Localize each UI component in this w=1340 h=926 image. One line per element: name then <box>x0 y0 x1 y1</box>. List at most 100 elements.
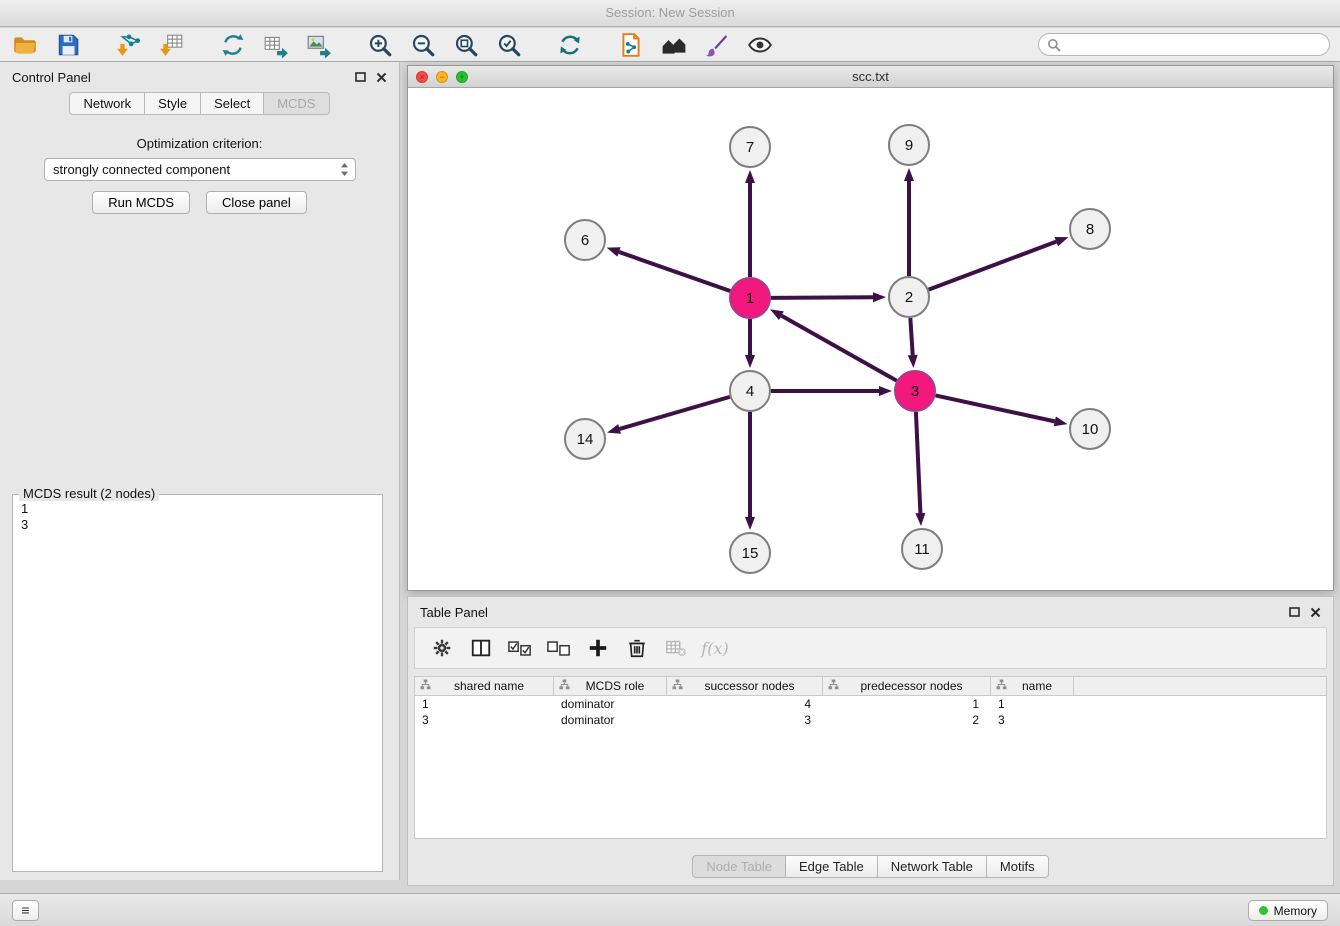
graph-edge-4-14[interactable] <box>620 397 730 429</box>
edge-arrowhead-icon <box>1055 237 1069 246</box>
float-panel-icon[interactable] <box>355 72 366 82</box>
tab-select[interactable]: Select <box>201 92 264 115</box>
search-box[interactable] <box>1038 33 1330 56</box>
network-window-title: scc.txt <box>852 69 889 84</box>
delete-column-icon[interactable] <box>624 635 650 661</box>
graph-node-10[interactable]: 10 <box>1070 409 1110 449</box>
table-row[interactable]: 1dominator411 <box>415 696 1326 712</box>
delete-table-icon <box>663 635 689 661</box>
select-all-icon[interactable] <box>507 635 533 661</box>
graph-edge-2-8[interactable] <box>929 242 1057 290</box>
deselect-all-icon[interactable] <box>546 635 572 661</box>
tab-style[interactable]: Style <box>145 92 201 115</box>
graph-node-15[interactable]: 15 <box>730 533 770 573</box>
table-cell: 4 <box>667 697 823 711</box>
graph-node-label: 10 <box>1082 421 1099 438</box>
graph-node-3[interactable]: 3 <box>895 371 935 411</box>
table-panel-header: Table Panel <box>408 597 1333 627</box>
column-header-mcds-role[interactable]: MCDS role <box>554 677 667 695</box>
memory-button[interactable]: Memory <box>1248 900 1328 921</box>
network-window-titlebar[interactable]: × − + scc.txt <box>408 66 1333 88</box>
column-visibility-icon[interactable] <box>468 635 494 661</box>
graph-node-2[interactable]: 2 <box>889 277 929 317</box>
table-cell: dominator <box>554 713 667 727</box>
edge-arrowhead-icon <box>915 513 925 526</box>
toolbar-icon-groups <box>0 30 806 60</box>
control-panel-title: Control Panel <box>12 70 91 85</box>
zoom-in-icon[interactable] <box>365 30 395 60</box>
zoom-selected-icon[interactable] <box>494 30 524 60</box>
open-file-icon[interactable] <box>10 30 40 60</box>
run-mcds-button[interactable]: Run MCDS <box>92 191 190 214</box>
table-panel-title: Table Panel <box>420 605 488 620</box>
refresh-layout-icon[interactable] <box>555 30 585 60</box>
control-panel-header: Control Panel <box>0 62 399 92</box>
import-network-icon[interactable] <box>114 30 144 60</box>
graph-edge-3-11[interactable] <box>916 412 920 513</box>
graph-node-4[interactable]: 4 <box>730 371 770 411</box>
column-header-name[interactable]: name <box>991 677 1074 695</box>
home-navigator-icon[interactable] <box>659 30 689 60</box>
edge-arrowhead-icon <box>607 247 621 256</box>
float-table-panel-icon[interactable] <box>1289 607 1300 617</box>
column-header-label: name <box>1007 679 1073 693</box>
tab-node-table[interactable]: Node Table <box>692 855 786 878</box>
column-header-predecessor-nodes[interactable]: predecessor nodes <box>823 677 991 695</box>
show-hide-icon[interactable] <box>745 30 775 60</box>
graph-edge-1-6[interactable] <box>619 252 730 291</box>
graph-node-1[interactable]: 1 <box>730 278 770 318</box>
close-window-icon[interactable]: × <box>416 71 428 83</box>
table-settings-icon[interactable] <box>429 635 455 661</box>
search-input[interactable] <box>1065 37 1321 52</box>
column-type-icon <box>559 679 570 693</box>
table-cell: 1 <box>991 697 1074 711</box>
column-header-label: predecessor nodes <box>839 679 990 693</box>
export-table-icon[interactable] <box>261 30 291 60</box>
graph-node-8[interactable]: 8 <box>1070 209 1110 249</box>
node-table: shared nameMCDS rolesuccessor nodes prede… <box>414 676 1327 839</box>
add-column-icon[interactable] <box>585 635 611 661</box>
minimize-window-icon[interactable]: − <box>436 71 448 83</box>
toolbar-group <box>218 30 347 60</box>
column-header-shared-name[interactable]: shared name <box>415 677 554 695</box>
network-canvas[interactable]: 7 9 6 8 1 2 4 3 14 10 15 11 <box>408 88 1333 590</box>
zoom-out-icon[interactable] <box>408 30 438 60</box>
criterion-dropdown[interactable]: strongly connected component <box>44 158 356 181</box>
tab-network-table[interactable]: Network Table <box>878 855 987 878</box>
column-header-label: shared name <box>431 679 553 693</box>
graph-node-label: 14 <box>577 431 594 448</box>
graph-node-9[interactable]: 9 <box>889 125 929 165</box>
table-header-row: shared nameMCDS rolesuccessor nodes prede… <box>415 677 1326 696</box>
column-type-icon <box>996 679 1007 693</box>
zoom-fit-icon[interactable] <box>451 30 481 60</box>
style-brush-icon[interactable] <box>702 30 732 60</box>
save-session-icon[interactable] <box>53 30 83 60</box>
tab-edge-table[interactable]: Edge Table <box>786 855 878 878</box>
graph-edge-2-3[interactable] <box>910 318 912 355</box>
graph-edge-1-2[interactable] <box>771 297 873 298</box>
graph-edge-3-10[interactable] <box>936 395 1055 421</box>
graph-node-11[interactable]: 11 <box>902 529 942 569</box>
close-panel-icon[interactable] <box>376 72 387 83</box>
tab-motifs[interactable]: Motifs <box>987 855 1049 878</box>
import-table-icon[interactable] <box>157 30 187 60</box>
tab-mcds[interactable]: MCDS <box>264 92 329 115</box>
graph-node-7[interactable]: 7 <box>730 127 770 167</box>
close-table-panel-icon[interactable] <box>1310 607 1321 618</box>
tab-network[interactable]: Network <box>69 92 145 115</box>
graph-edge-3-1[interactable] <box>781 316 896 381</box>
edge-arrowhead-icon <box>745 355 755 368</box>
column-header-successor-nodes[interactable]: successor nodes <box>667 677 823 695</box>
zoom-window-icon[interactable]: + <box>456 71 468 83</box>
mcds-result-box[interactable]: MCDS result (2 nodes) 13 <box>12 494 383 872</box>
edge-arrowhead-icon <box>1054 416 1068 426</box>
export-network-icon[interactable] <box>218 30 248 60</box>
table-row[interactable]: 3dominator323 <box>415 712 1326 728</box>
graph-node-6[interactable]: 6 <box>565 220 605 260</box>
graph-node-14[interactable]: 14 <box>565 419 605 459</box>
edge-arrowhead-icon <box>873 292 886 302</box>
export-image-icon[interactable] <box>304 30 334 60</box>
network-document-icon[interactable] <box>616 30 646 60</box>
close-panel-button[interactable]: Close panel <box>206 191 307 214</box>
status-menu-button[interactable]: ≡ <box>12 900 39 921</box>
